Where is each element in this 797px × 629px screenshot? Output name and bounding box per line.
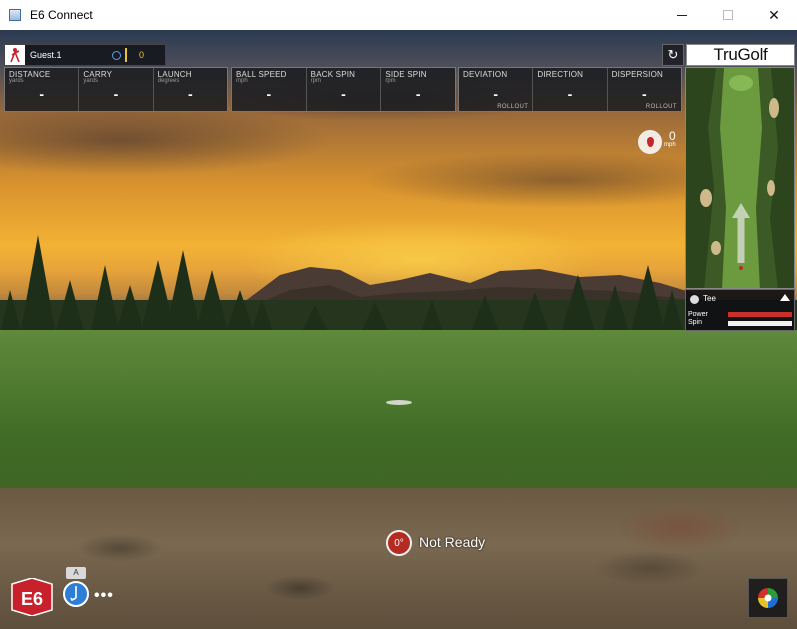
- stat-value: -: [567, 86, 573, 102]
- collapse-arrow-icon[interactable]: [780, 294, 790, 301]
- club-icon: [63, 581, 89, 607]
- stat-value: -: [641, 86, 647, 102]
- stats-panel-direction: DEVIATION - ROLLOUT DIRECTION - DISPERSI…: [458, 67, 682, 112]
- stat-launch: LAUNCH degrees -: [154, 68, 227, 111]
- stat-deviation: DEVIATION - ROLLOUT: [459, 68, 534, 111]
- svg-text:E6: E6: [21, 589, 43, 609]
- color-wheel-button[interactable]: [748, 578, 788, 618]
- stat-side-spin: SIDE SPIN rpm -: [381, 68, 455, 111]
- maximize-button[interactable]: [705, 0, 751, 30]
- club-selector[interactable]: A: [63, 567, 89, 611]
- ball-lie-icon: [690, 295, 699, 304]
- player-name: Guest.1: [30, 50, 62, 60]
- stat-value: -: [266, 86, 272, 102]
- stat-value: -: [187, 86, 193, 102]
- more-options-button[interactable]: •••: [94, 587, 114, 605]
- window-controls: ✕: [659, 0, 797, 30]
- player-score: 0: [139, 50, 145, 60]
- status-text: Not Ready: [419, 534, 486, 550]
- shot-info-panel: Tee Power Spin: [685, 289, 795, 331]
- wind-readout: 0 mph: [664, 130, 676, 148]
- stat-direction: DIRECTION -: [533, 68, 608, 111]
- hole-map-graphic: [686, 68, 794, 288]
- aim-indicator[interactable]: 0°: [386, 530, 412, 556]
- color-wheel-icon: [758, 588, 778, 608]
- stat-value: -: [341, 86, 346, 102]
- fairway-shade: [0, 420, 797, 490]
- wind-direction-icon: [638, 130, 662, 154]
- wind-speed: 0: [668, 129, 676, 143]
- stat-ball-speed: BALL SPEED mph -: [232, 68, 307, 111]
- close-button[interactable]: ✕: [751, 0, 797, 30]
- player-bar[interactable]: Guest.1 0: [4, 44, 166, 66]
- stat-value: -: [493, 86, 498, 102]
- stat-distance: DISTANCE yards -: [5, 68, 80, 111]
- hole-minimap[interactable]: [685, 67, 795, 289]
- spin-label: Spin: [688, 319, 703, 326]
- stat-value: -: [39, 86, 44, 102]
- stat-value: -: [113, 86, 119, 102]
- target-marker: [386, 400, 412, 405]
- refresh-button[interactable]: ↻: [662, 44, 684, 66]
- stat-label: DEVIATION: [463, 70, 508, 79]
- window-titlebar: E6 Connect ✕: [0, 0, 797, 30]
- power-label: Power: [688, 311, 708, 318]
- stat-value: -: [415, 86, 421, 102]
- stat-back-spin: BACK SPIN rpm -: [307, 68, 382, 111]
- club-letter: A: [66, 567, 86, 579]
- power-bar[interactable]: [728, 312, 792, 317]
- golfer-icon: [5, 45, 25, 65]
- stat-sublabel: ROLLOUT: [645, 104, 677, 110]
- maximize-icon: [723, 10, 733, 20]
- stat-carry: CARRY yards -: [79, 68, 154, 111]
- spin-bar[interactable]: [728, 321, 792, 326]
- minimize-button[interactable]: [659, 0, 705, 30]
- stat-dispersion: DISPERSION - ROLLOUT: [608, 68, 681, 111]
- app-icon: [9, 9, 21, 21]
- stat-sublabel: ROLLOUT: [497, 104, 529, 110]
- wind-unit: mph: [664, 142, 676, 148]
- stats-panel-distance: DISTANCE yards - CARRY yards - LAUNCH de…: [4, 67, 228, 112]
- window-title: E6 Connect: [30, 8, 93, 22]
- brand-logo: TruGolf: [686, 44, 795, 66]
- minimize-icon: [677, 14, 687, 16]
- ball-lie-label: Tee: [703, 294, 716, 303]
- e6-logo[interactable]: E6: [10, 578, 54, 616]
- stat-label: DIRECTION: [537, 70, 584, 79]
- stats-panel-ball: BALL SPEED mph - BACK SPIN rpm - SIDE SP…: [231, 67, 456, 112]
- refresh-icon: ↻: [667, 47, 679, 62]
- player-info-icon[interactable]: [112, 50, 121, 60]
- stat-unit: yards: [83, 78, 98, 84]
- score-divider: [125, 48, 127, 62]
- stat-label: DISPERSION: [611, 70, 663, 79]
- wind-indicator: 0 mph: [638, 130, 676, 154]
- shrub: [590, 488, 770, 558]
